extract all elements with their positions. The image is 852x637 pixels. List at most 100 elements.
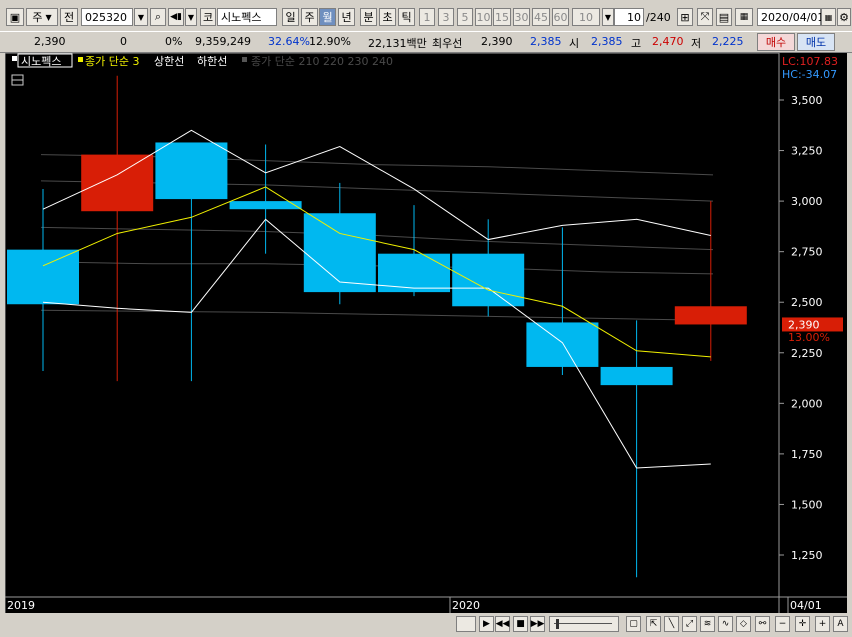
candle-body — [600, 366, 673, 386]
play-icon[interactable]: ▶ — [479, 616, 494, 632]
percent-tag: 13.00% — [788, 331, 830, 344]
speaker-icon[interactable]: ◀▮ — [168, 8, 184, 26]
y-tick-label: 3,500 — [791, 94, 823, 107]
search-icon[interactable]: ⌕ — [150, 8, 166, 26]
trend-icon[interactable]: ⤢ — [682, 616, 697, 632]
plot-frame — [4, 52, 780, 598]
x-tick-label: 2020 — [452, 599, 480, 612]
ratio-percent: 12.90% — [309, 35, 351, 48]
buy-button[interactable]: 매수 — [757, 33, 795, 51]
price-change: 0 — [120, 35, 127, 48]
step-forward-icon[interactable]: ▶▶ — [530, 616, 545, 632]
code-dropdown-icon[interactable]: ▼ — [134, 8, 148, 26]
wave-icon[interactable]: ∿ — [718, 616, 733, 632]
text-icon[interactable]: A — [833, 616, 848, 632]
interval-button-1[interactable]: 3 — [438, 8, 454, 26]
period-tab-6[interactable]: 틱 — [398, 8, 415, 26]
interval-button-2[interactable]: 5 — [457, 8, 473, 26]
period-select[interactable]: 주 ▼ — [26, 8, 58, 26]
period-tab-0[interactable]: 일 — [282, 8, 299, 26]
zoom-out-icon[interactable]: − — [775, 616, 790, 632]
x-tick-label: 04/01 — [790, 599, 822, 612]
y-tick-label: 2,750 — [791, 246, 823, 259]
y-tick-label: 2,250 — [791, 347, 823, 360]
y-tick-label: 2,000 — [791, 397, 823, 410]
y-tick-label: 1,250 — [791, 549, 823, 562]
zoom-in-icon[interactable]: + — [815, 616, 830, 632]
gear-icon[interactable]: ⚙ — [837, 8, 851, 26]
candle-body — [7, 249, 79, 305]
lc-label: LC:107.83 — [782, 55, 838, 68]
lock-icon[interactable]: ▢ — [626, 616, 641, 632]
period-select-value: 주 — [32, 11, 43, 24]
period-tab-3[interactable]: 년 — [338, 8, 355, 26]
period-tab-5[interactable]: 초 — [379, 8, 396, 26]
legend-ma-multi: 종가 단순 210 220 230 240 — [251, 55, 393, 68]
zoom-slider[interactable] — [549, 616, 619, 632]
interval-dropdown-icon[interactable]: ▼ — [602, 8, 614, 26]
shape-icon[interactable]: ◇ — [736, 616, 751, 632]
candle-body — [526, 322, 599, 367]
stock-code-input[interactable]: 025320 — [81, 8, 133, 26]
calendar-icon[interactable]: ▦ — [735, 8, 753, 26]
crosshair-icon[interactable]: ✛ — [795, 616, 810, 632]
interval-button-3[interactable]: 10 — [475, 8, 492, 26]
open-label: 시 — [569, 37, 580, 50]
interval-button-8[interactable]: 10 — [572, 8, 600, 26]
stop-icon[interactable]: ■ — [513, 616, 528, 632]
change-percent: 0% — [165, 35, 183, 48]
best-label: 최우선 — [432, 37, 463, 50]
x-tick-label: 2019 — [7, 599, 35, 612]
interval-button-5[interactable]: 30 — [513, 8, 530, 26]
y-tick-label: 3,000 — [791, 195, 823, 208]
current-price-tag-text: 2,390 — [788, 318, 820, 331]
interval-button-6[interactable]: 45 — [532, 8, 550, 26]
interval-button-7[interactable]: 60 — [552, 8, 569, 26]
y-tick-label: 1,500 — [791, 498, 823, 511]
low-price: 2,225 — [712, 35, 744, 48]
save-icon[interactable]: ▤ — [716, 8, 732, 26]
market-toggle[interactable]: 코 — [200, 8, 216, 26]
legend-ma3-marker — [78, 57, 83, 62]
interval-button-0[interactable]: 1 — [419, 8, 435, 26]
best-buy-price: 2,385 — [530, 35, 562, 48]
chart-window-icon[interactable]: ▣ — [6, 8, 24, 26]
turnover-percent: 32.64% — [268, 35, 310, 48]
stock-name-field[interactable]: 시노펙스 — [217, 8, 277, 26]
legend-lower: 하한선 — [197, 54, 227, 68]
prev-button[interactable]: 전 — [60, 8, 78, 26]
period-tab-2[interactable]: 월 — [319, 8, 336, 26]
chevron-down-icon[interactable]: ▼ — [185, 8, 197, 26]
date-input[interactable]: 2020/04/01 — [757, 8, 824, 26]
chart-area[interactable]: 3,500 3,250 3,000 2,750 2,500 2,250 2,000 1,750… — [4, 52, 847, 615]
step-back-icon[interactable]: ◀◀ — [495, 616, 510, 632]
candlestick-chart[interactable]: 3,500 3,250 3,000 2,750 2,500 2,250 2,000 1,750… — [4, 52, 847, 615]
candle-body — [81, 154, 154, 212]
link-icon[interactable]: ⚯ — [755, 616, 770, 632]
legend-ma3: 종가 단순 3 — [85, 55, 139, 68]
candle-body — [303, 213, 376, 293]
period-tab-4[interactable]: 분 — [360, 8, 377, 26]
interval-button-4[interactable]: 15 — [493, 8, 511, 26]
candle-body — [155, 142, 228, 200]
legend-stock-name: 시노펙스 — [21, 55, 61, 68]
fib-icon[interactable]: ≋ — [700, 616, 715, 632]
sell-button[interactable]: 매도 — [797, 33, 835, 51]
draw-line-icon[interactable]: ╲ — [664, 616, 679, 632]
quote-bar: 2,390 0 0% 9,359,249 32.64% 12.90% 22,13… — [0, 31, 852, 53]
period-tab-1[interactable]: 주 — [301, 8, 318, 26]
grid-settings-icon[interactable]: ⊞ — [677, 8, 693, 26]
scroll-track[interactable] — [456, 616, 476, 632]
zoom-slider-thumb[interactable] — [556, 619, 559, 629]
low-label: 저 — [691, 37, 702, 50]
cursor-icon[interactable]: ⇱ — [646, 616, 661, 632]
open-price: 2,385 — [591, 35, 623, 48]
legend-multi-marker — [242, 57, 247, 62]
count-input[interactable]: 10 — [614, 8, 644, 26]
y-tick-label: 2,500 — [791, 296, 823, 309]
compare-icon[interactable]: ⤧ — [697, 8, 713, 26]
trade-amount: 22,131백만 — [368, 37, 427, 50]
date-picker-icon[interactable]: ▦ — [821, 8, 836, 26]
current-price: 2,390 — [34, 35, 66, 48]
volume: 9,359,249 — [195, 35, 251, 48]
